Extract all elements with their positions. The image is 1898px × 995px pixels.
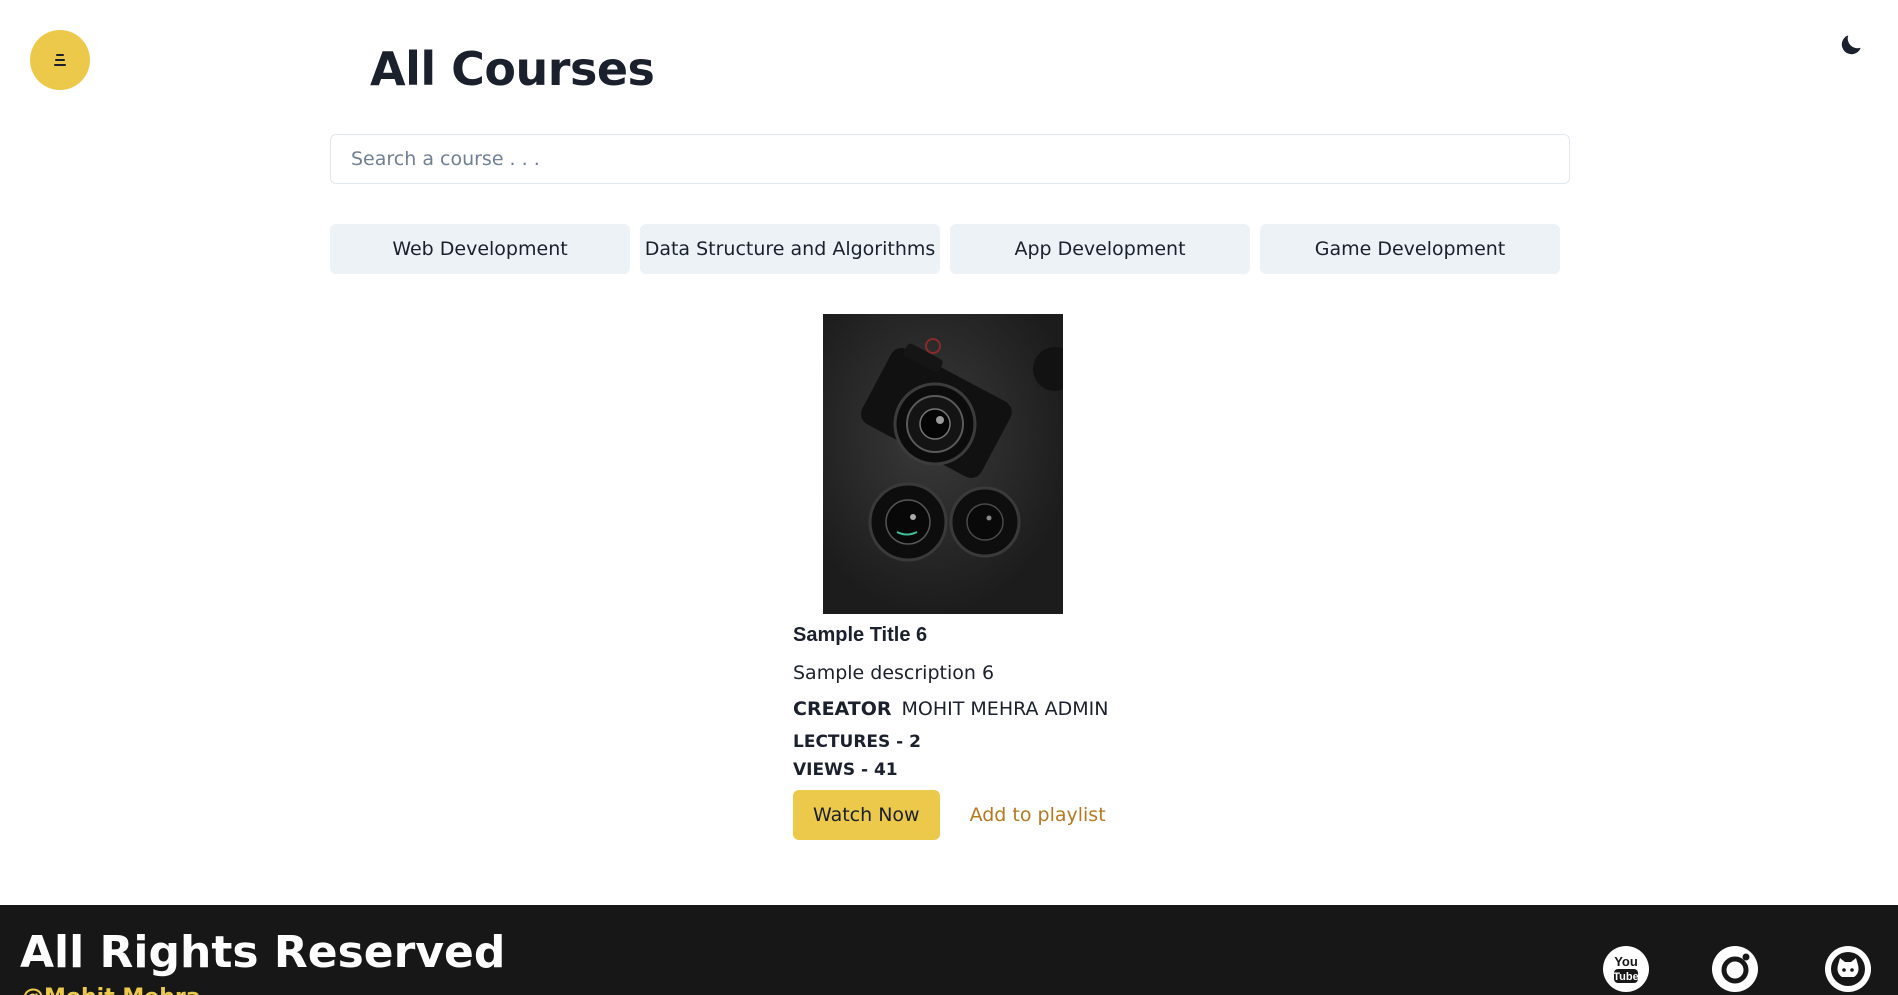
- footer-subtitle: @Mohit Mehra: [22, 985, 201, 995]
- category-web-development[interactable]: Web Development: [330, 224, 630, 274]
- course-title: Sample Title 6: [793, 624, 928, 646]
- category-data-structures[interactable]: Data Structure and Algorithms: [640, 224, 940, 274]
- creator-label: CREATOR: [793, 698, 892, 720]
- category-game-development[interactable]: Game Development: [1260, 224, 1560, 274]
- footer-title: All Rights Reserved: [20, 927, 506, 978]
- menu-icon: [54, 54, 66, 66]
- search-input[interactable]: [330, 134, 1570, 184]
- page-title: All Courses: [370, 42, 655, 96]
- course-description: Sample description 6: [793, 662, 995, 684]
- add-to-playlist-button[interactable]: Add to playlist: [970, 804, 1106, 826]
- course-actions: Watch Now Add to playlist: [793, 790, 1153, 840]
- views-count: VIEWS - 41: [793, 760, 898, 780]
- lectures-count: LECTURES - 2: [793, 732, 921, 752]
- category-filters: Web Development Data Structure and Algor…: [330, 224, 1560, 274]
- footer: All Rights Reserved @Mohit Mehra You Tub…: [0, 905, 1898, 995]
- moon-icon: [1841, 35, 1861, 55]
- github-icon: [1825, 946, 1871, 992]
- github-link[interactable]: [1824, 945, 1872, 993]
- youtube-link[interactable]: You Tube: [1602, 945, 1650, 993]
- svg-text:You: You: [1614, 954, 1638, 969]
- youtube-icon: You Tube: [1603, 946, 1649, 992]
- menu-button[interactable]: [30, 30, 90, 90]
- theme-toggle-button[interactable]: [1834, 28, 1868, 62]
- creator-name: MOHIT MEHRA ADMIN: [901, 698, 1109, 720]
- watch-now-button[interactable]: Watch Now: [793, 790, 940, 840]
- course-card: Sample Title 6 Sample description 6 CREA…: [793, 314, 1153, 840]
- svg-text:Tube: Tube: [1613, 971, 1638, 983]
- instagram-icon: [1712, 946, 1758, 992]
- creator-row: CREATOR MOHIT MEHRA ADMIN: [793, 698, 1153, 720]
- course-thumbnail: [823, 314, 1063, 614]
- instagram-link[interactable]: [1711, 945, 1759, 993]
- category-app-development[interactable]: App Development: [950, 224, 1250, 274]
